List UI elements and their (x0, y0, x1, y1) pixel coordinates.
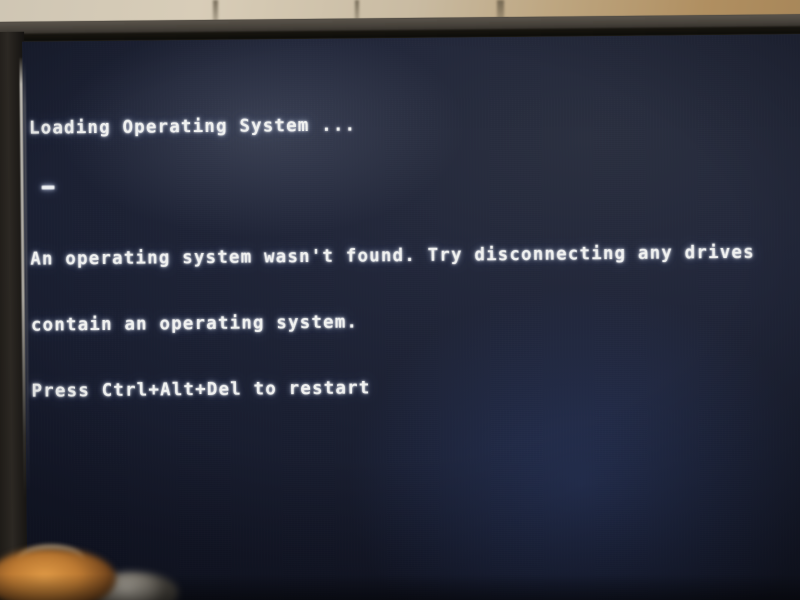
screen-vignette (22, 34, 800, 600)
monitor-screen: Loading Operating System ... An operatin… (22, 34, 800, 600)
foreground-object-rim (18, 545, 84, 574)
photo-screenshot: Loading Operating System ... An operatin… (0, 0, 800, 600)
monitor-bezel: Loading Operating System ... An operatin… (0, 14, 800, 600)
